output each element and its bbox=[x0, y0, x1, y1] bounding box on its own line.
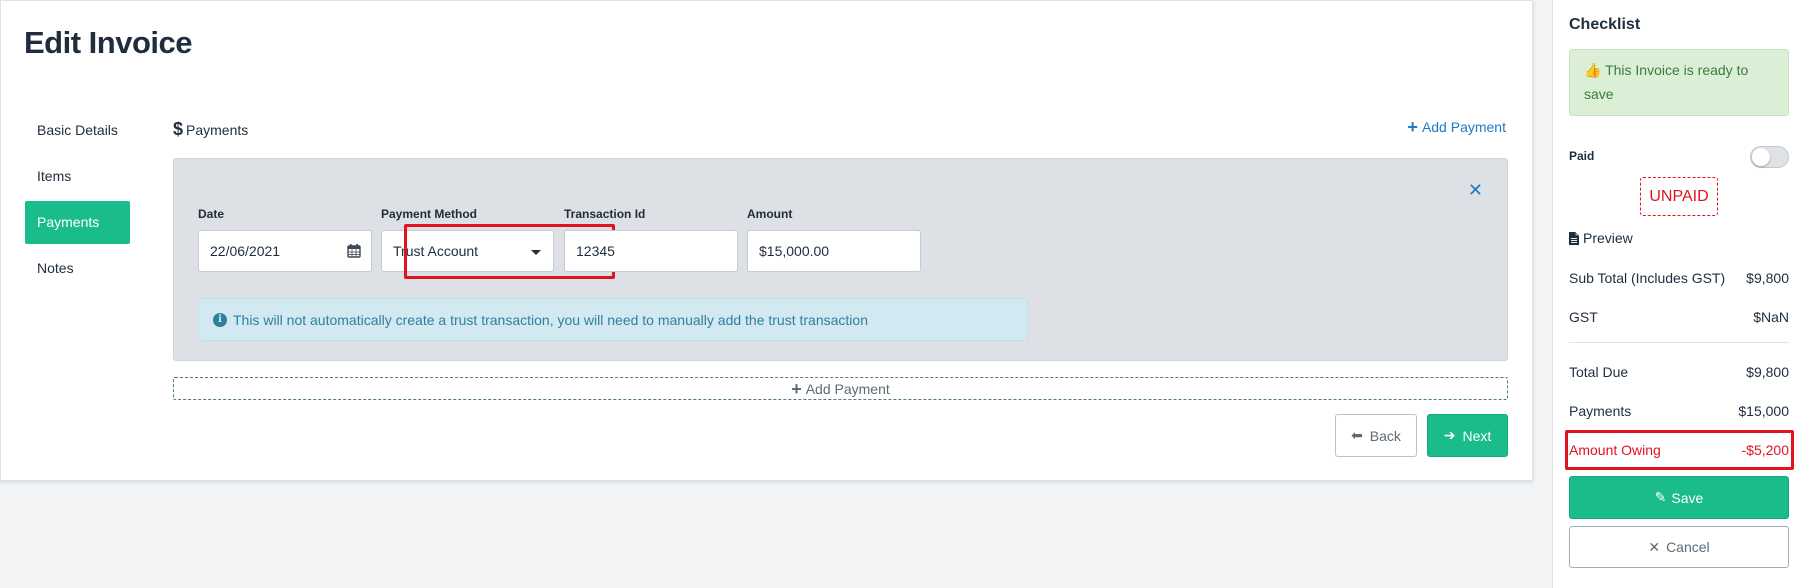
transaction-id-label: Transaction Id bbox=[564, 207, 646, 221]
payment-row-panel: ✕ Date 22/06/2021 Payment Method Trust A… bbox=[173, 158, 1508, 361]
amount-owing-label: Amount Owing bbox=[1569, 442, 1661, 458]
arrow-left-icon: ⬅ bbox=[1351, 427, 1363, 443]
thumbs-up-icon: 👍 bbox=[1584, 62, 1602, 78]
amount-owing-row: Amount Owing -$5,200 bbox=[1569, 442, 1789, 458]
close-icon: ✕ bbox=[1648, 538, 1661, 555]
nav-item-items[interactable]: Items bbox=[25, 155, 130, 198]
payments-section-label: Payments bbox=[186, 121, 249, 138]
totals-divider bbox=[1569, 342, 1789, 343]
payments-section-title: $ Payments bbox=[173, 119, 248, 140]
add-payment-button[interactable]: + Add Payment bbox=[173, 377, 1508, 400]
total-due-value: $9,800 bbox=[1746, 364, 1789, 380]
plus-icon: + bbox=[791, 378, 802, 399]
transaction-id-field[interactable]: 12345 bbox=[564, 230, 738, 272]
preview-link[interactable]: Preview bbox=[1569, 230, 1633, 246]
remove-payment-icon[interactable]: ✕ bbox=[1468, 180, 1483, 201]
paid-label: Paid bbox=[1569, 149, 1595, 163]
total-due-label: Total Due bbox=[1569, 364, 1629, 380]
dollar-icon: $ bbox=[173, 119, 184, 139]
toggle-knob bbox=[1752, 148, 1770, 166]
page-title: Edit Invoice bbox=[24, 25, 192, 60]
back-button[interactable]: ⬅ Back bbox=[1335, 414, 1417, 457]
date-field[interactable]: 22/06/2021 bbox=[198, 230, 372, 272]
invoice-nav: Basic Details Items Payments Notes bbox=[25, 109, 130, 293]
ready-text: This Invoice is ready to save bbox=[1584, 62, 1749, 102]
add-payment-link-label: Add Payment bbox=[1421, 119, 1506, 135]
payments-total-label: Payments bbox=[1569, 403, 1632, 419]
nav-item-basic-details[interactable]: Basic Details bbox=[25, 109, 130, 152]
gst-value: $NaN bbox=[1753, 309, 1789, 325]
subtotal-value: $9,800 bbox=[1746, 270, 1789, 286]
save-button[interactable]: ✎ Save bbox=[1569, 476, 1789, 519]
nav-item-notes[interactable]: Notes bbox=[25, 247, 130, 290]
next-button[interactable]: ➔ Next bbox=[1427, 414, 1508, 457]
subtotal-row: Sub Total (Includes GST) $9,800 bbox=[1569, 270, 1789, 286]
paid-toggle[interactable] bbox=[1750, 146, 1789, 168]
amount-owing-value: -$5,200 bbox=[1741, 442, 1789, 458]
add-payment-button-label: Add Payment bbox=[805, 380, 890, 397]
payments-row: Payments $15,000 bbox=[1569, 403, 1789, 419]
file-icon bbox=[1569, 231, 1579, 245]
amount-field[interactable]: $15,000.00 bbox=[747, 230, 921, 272]
nav-item-payments[interactable]: Payments bbox=[25, 201, 130, 244]
transaction-id-value: 12345 bbox=[576, 243, 615, 259]
calendar-icon bbox=[347, 244, 361, 258]
status-badge: UNPAID bbox=[1640, 177, 1718, 216]
trust-info-text: This will not automatically create a tru… bbox=[233, 311, 868, 328]
arrow-right-icon: ➔ bbox=[1443, 427, 1456, 443]
save-button-label: Save bbox=[1671, 489, 1704, 506]
next-button-label: Next bbox=[1462, 427, 1492, 444]
payment-method-label: Payment Method bbox=[381, 207, 478, 221]
date-value: 22/06/2021 bbox=[210, 243, 281, 259]
plus-icon: + bbox=[1407, 117, 1418, 137]
amount-label: Amount bbox=[747, 207, 793, 221]
gst-row: GST $NaN bbox=[1569, 309, 1789, 325]
info-icon: i bbox=[213, 312, 227, 327]
ready-alert: 👍 This Invoice is ready to save bbox=[1569, 49, 1789, 116]
add-payment-link[interactable]: + Add Payment bbox=[1407, 117, 1506, 137]
date-label: Date bbox=[198, 207, 225, 221]
cancel-button[interactable]: ✕ Cancel bbox=[1569, 526, 1789, 568]
pencil-icon: ✎ bbox=[1654, 489, 1667, 505]
gst-label: GST bbox=[1569, 309, 1598, 325]
trust-info-alert: i This will not automatically create a t… bbox=[198, 298, 1028, 341]
back-button-label: Back bbox=[1369, 427, 1401, 444]
edit-invoice-card: Edit Invoice Basic Details Items Payment… bbox=[0, 0, 1533, 481]
preview-label: Preview bbox=[1583, 230, 1633, 246]
cancel-button-label: Cancel bbox=[1666, 539, 1710, 555]
payments-total-value: $15,000 bbox=[1738, 403, 1789, 419]
checklist-panel: Checklist 👍 This Invoice is ready to sav… bbox=[1552, 0, 1803, 588]
checklist-title: Checklist bbox=[1569, 16, 1641, 33]
amount-value: $15,000.00 bbox=[759, 243, 830, 259]
subtotal-label: Sub Total (Includes GST) bbox=[1569, 270, 1726, 286]
total-due-row: Total Due $9,800 bbox=[1569, 364, 1789, 380]
